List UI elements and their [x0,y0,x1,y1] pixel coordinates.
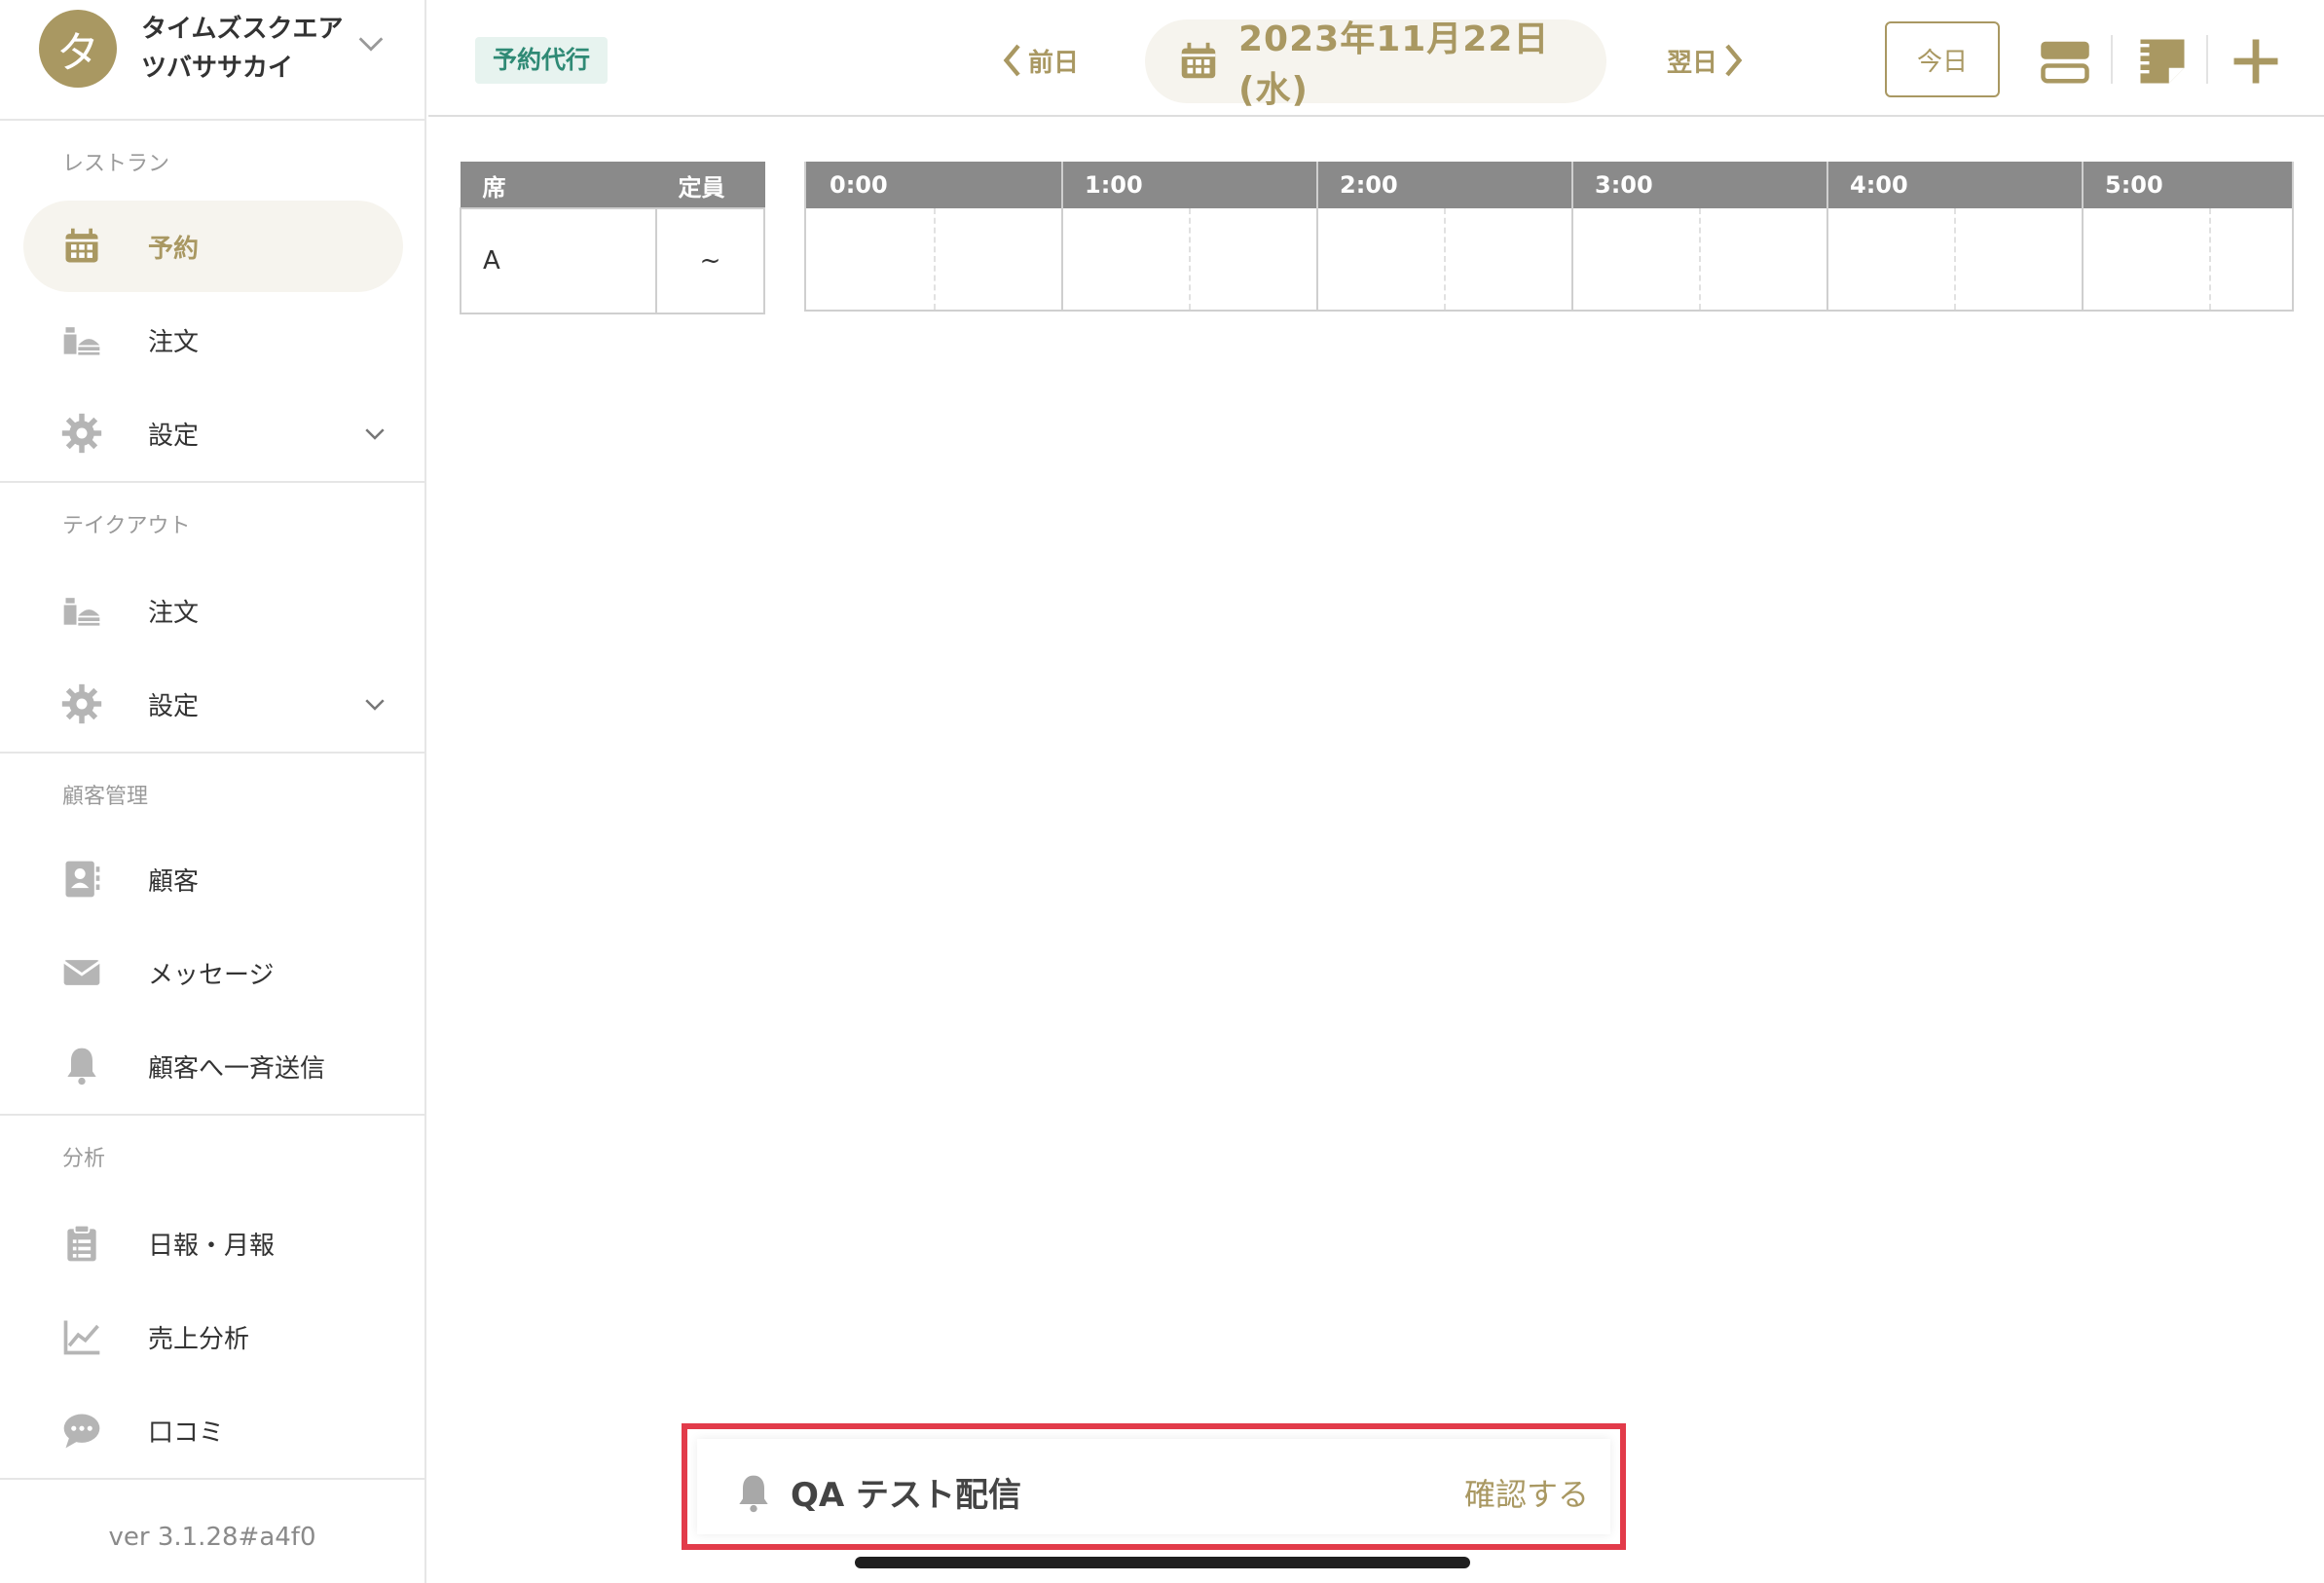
line-chart-icon [63,1320,100,1355]
chevron-down-icon[interactable] [354,27,387,60]
next-day-label: 翌日 [1667,48,1718,78]
sidebar-item-customers[interactable]: 顧客 [23,833,403,925]
hour-label: 3:00 [1595,171,1653,199]
sidebar-item-label: 売上分析 [148,1324,250,1354]
hour-separator [1571,162,1573,310]
timeline-grid[interactable]: 0:00 1:00 2:00 3:00 4:00 5:00 [804,162,2294,312]
calendar-icon [1181,42,1216,79]
memo-icon[interactable] [2136,35,2189,88]
chevron-left-icon [1003,44,1020,77]
gear-icon [61,413,102,454]
half-hour-separator [2209,208,2211,310]
plus-icon[interactable] [2230,35,2282,88]
seat-cell: A [460,207,657,314]
sidebar-item-label: 日報・月報 [148,1231,276,1261]
chat-bubble-icon [63,1414,100,1449]
next-day-button[interactable]: 翌日 [1667,35,1747,86]
shop-name: タイムズスクエア ツバササカイ [141,10,343,88]
hour-separator [1826,162,1828,310]
chevron-down-icon [365,699,385,711]
hour-separator [1316,162,1318,310]
half-hour-separator [1699,208,1701,310]
divider [0,752,424,754]
toolbar-divider [2206,35,2208,84]
divider [0,1114,424,1116]
today-button[interactable]: 今日 [1885,21,2000,97]
envelope-icon [62,960,101,985]
sidebar-item-label: 口コミ [148,1417,225,1448]
sidebar-item-restaurant-order[interactable]: 注文 [23,294,403,386]
hour-separator [1061,162,1063,310]
sidebar-item-label: 顧客 [148,866,200,897]
capacity-cell: ~ [655,207,765,314]
section-label-analysis: 分析 [62,1147,106,1171]
sidebar-item-label: 予約 [148,234,200,264]
sidebar-item-label: 設定 [148,421,200,451]
sidebar: タ タイムズスクエア ツバササカイ レストラン 予約 注文 設定 テイクアウト … [0,0,426,1583]
sidebar-item-reservation[interactable]: 予約 [23,201,403,292]
divider [0,481,424,483]
calendar-icon [65,228,98,263]
sidebar-item-label: 注文 [148,598,200,628]
section-label-customers: 顧客管理 [62,785,149,809]
sidebar-item-label: 顧客へ一斉送信 [148,1053,326,1084]
sidebar-item-reviews[interactable]: 口コミ [23,1384,403,1476]
layout-toggle-icon[interactable] [2039,35,2091,88]
sidebar-item-takeout-settings[interactable]: 設定 [23,658,403,750]
chevron-right-icon [1725,44,1743,77]
confirm-button[interactable]: 確認する [1464,1470,1589,1515]
chevron-down-icon [365,428,385,440]
timeline-header [806,162,2292,208]
sidebar-item-reports[interactable]: 日報・月報 [23,1197,403,1289]
sidebar-item-restaurant-settings[interactable]: 設定 [23,387,403,479]
sidebar-item-label: メッセージ [148,960,275,990]
contact-book-icon [65,861,100,898]
hour-label: 1:00 [1085,171,1143,199]
proxy-reservation-badge: 予約代行 [475,37,609,84]
sidebar-item-label: 注文 [148,327,200,357]
top-bar: 予約代行 前日 2023年11月22日 (水) 翌日 今日 [428,0,2324,117]
seat-table: 席 定員 A ~ [460,162,765,314]
sidebar-item-sales-analysis[interactable]: 売上分析 [23,1291,403,1382]
half-hour-separator [1954,208,1956,310]
bell-icon [67,1048,96,1086]
toolbar-divider [2111,35,2113,84]
capacity-header: 定員 [655,162,765,209]
current-date: 2023年11月22日 (水) [1238,19,1550,110]
previous-day-button[interactable]: 前日 [999,35,1079,86]
sidebar-item-broadcast[interactable]: 顧客へ一斉送信 [23,1020,403,1112]
hour-separator [2082,162,2084,310]
hour-label: 2:00 [1340,171,1398,199]
notification-body: QA テスト配信 確認する [697,1439,1610,1534]
section-label-takeout: テイクアウト [62,514,191,538]
shop-name-line1: タイムズスクエア [141,15,344,44]
half-hour-separator [1444,208,1446,310]
seat-header: 席 [460,162,657,209]
version-label: ver 3.1.28#a4f0 [108,1523,316,1552]
half-hour-separator [934,208,936,310]
shop-name-line2: ツバササカイ [141,54,294,83]
shop-avatar: タ [39,10,117,88]
home-indicator [855,1557,1470,1568]
sidebar-item-takeout-order[interactable]: 注文 [23,565,403,656]
hour-label: 0:00 [830,171,888,199]
food-tray-icon [63,598,100,626]
sidebar-item-messages[interactable]: メッセージ [23,927,403,1018]
notification-title: QA テスト配信 [791,1476,1022,1515]
gear-icon [61,683,102,724]
section-label-restaurant: レストラン [62,152,170,176]
divider [0,1478,424,1480]
sidebar-item-label: 設定 [148,691,200,721]
food-tray-icon [63,327,100,355]
hour-label: 4:00 [1850,171,1908,199]
date-picker-button[interactable]: 2023年11月22日 (水) [1145,19,1606,110]
clipboard-icon [67,1224,96,1262]
bell-icon [739,1475,768,1513]
half-hour-separator [1189,208,1191,310]
hour-label: 5:00 [2105,171,2163,199]
shop-switcher[interactable]: タ タイムズスクエア ツバササカイ [0,0,424,121]
table-row[interactable]: A ~ [460,207,765,314]
previous-day-label: 前日 [1028,48,1080,78]
notification-toast[interactable]: QA テスト配信 確認する [682,1423,1626,1550]
